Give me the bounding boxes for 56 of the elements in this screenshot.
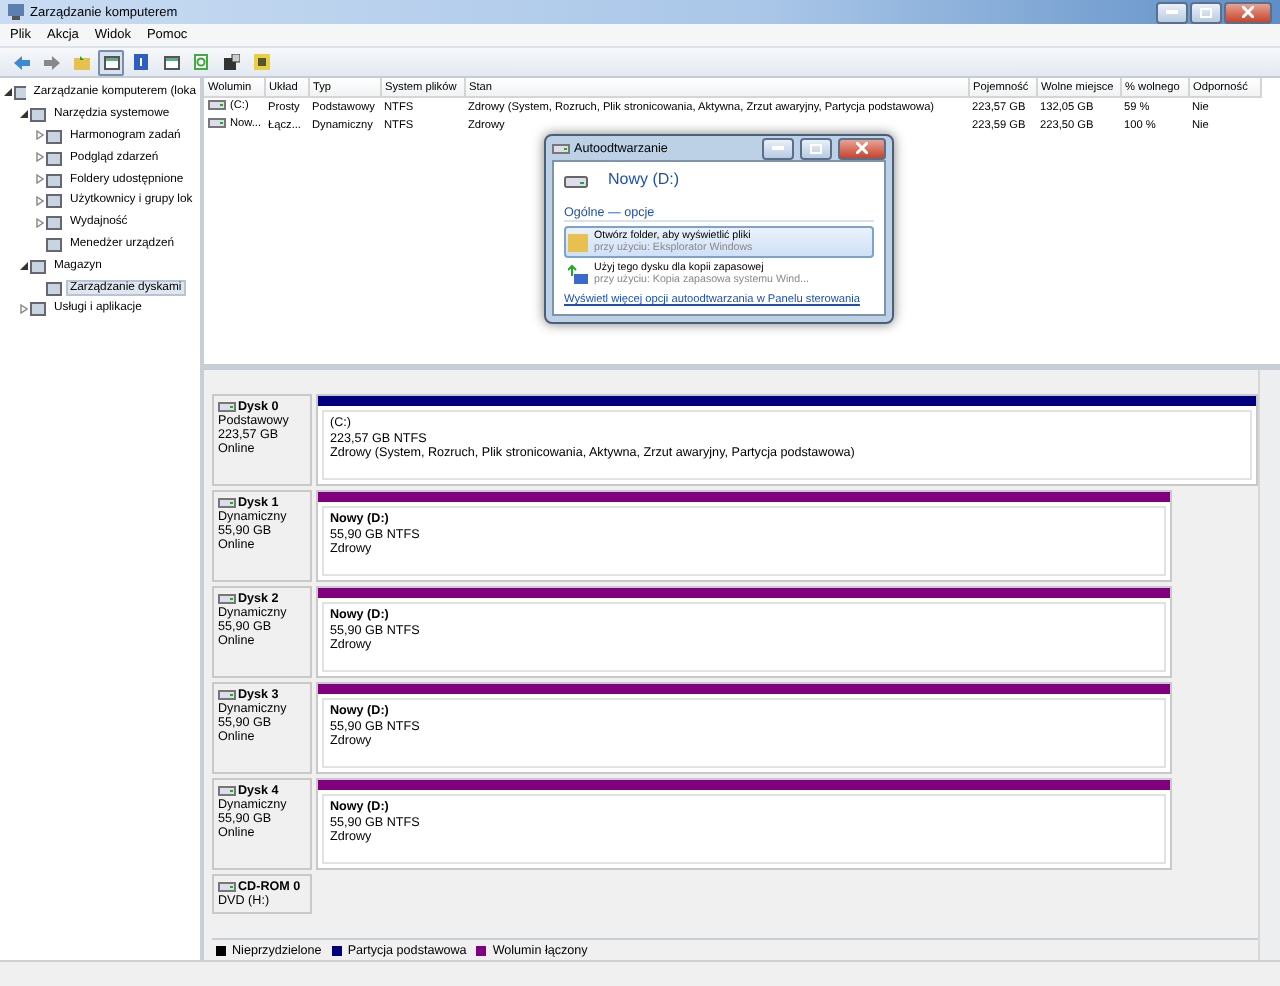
collapsed-arrow-icon[interactable] (36, 217, 44, 228)
expanded-arrow-icon[interactable] (4, 88, 12, 97)
collapsed-arrow-icon[interactable] (36, 174, 44, 185)
toolbar-button[interactable] (98, 49, 124, 75)
disk-drive-icon (218, 786, 236, 796)
drive-name: Nowy (D:) (608, 170, 680, 188)
folder-icon (568, 232, 588, 252)
maximize-button[interactable] (1190, 1, 1222, 23)
folder-icon (73, 55, 89, 69)
toolbar-button[interactable] (218, 49, 244, 75)
tree-node-icon (14, 84, 26, 101)
pane-icon (103, 55, 119, 69)
forward-arrow-icon (43, 55, 59, 69)
close-button[interactable] (1224, 1, 1272, 23)
tree-node-icon (46, 127, 62, 144)
close-button[interactable] (838, 137, 886, 159)
maximize-icon (810, 143, 822, 153)
drive-icon (208, 118, 226, 129)
expanded-arrow-icon[interactable] (20, 110, 28, 119)
scrollbar[interactable] (1258, 370, 1280, 960)
toolbar-button[interactable] (248, 49, 274, 75)
tree-node-icon (30, 106, 46, 123)
disk-drive-icon (218, 690, 236, 700)
minimize-button[interactable] (1156, 1, 1188, 23)
collapsed-arrow-icon[interactable] (20, 303, 28, 314)
backup-icon (568, 264, 588, 284)
disk-drive-icon (564, 172, 588, 188)
tree-node-icon (46, 279, 62, 296)
drive-icon (552, 143, 570, 153)
tree-node-icon (46, 149, 62, 166)
collapsed-arrow-icon[interactable] (36, 130, 44, 141)
pane-icon (163, 55, 179, 69)
tree-node-icon (46, 214, 62, 231)
close-icon (856, 142, 868, 154)
maximize-icon (1200, 7, 1212, 17)
minimize-button[interactable] (762, 137, 794, 159)
tree-node-icon (30, 257, 46, 274)
tree-node-icon (46, 171, 62, 188)
tree-node-icon (46, 192, 62, 209)
computer-icon (8, 4, 24, 20)
help-icon (134, 54, 148, 70)
collapsed-arrow-icon[interactable] (36, 195, 44, 206)
drive-icon (208, 100, 226, 111)
optical-drive-icon (218, 882, 236, 892)
disk-drive-icon (218, 498, 236, 508)
close-icon (1242, 6, 1254, 18)
expanded-arrow-icon[interactable] (20, 261, 28, 270)
collapsed-arrow-icon[interactable] (36, 152, 44, 163)
back-arrow-icon (13, 55, 29, 69)
tree-node-icon (46, 235, 62, 252)
tree-node-icon (30, 300, 46, 317)
toolbar-button[interactable] (128, 49, 154, 75)
disk-drive-icon (218, 594, 236, 604)
refresh-icon (194, 54, 208, 70)
maximize-button[interactable] (800, 137, 832, 159)
disk-drive-icon (218, 402, 236, 412)
